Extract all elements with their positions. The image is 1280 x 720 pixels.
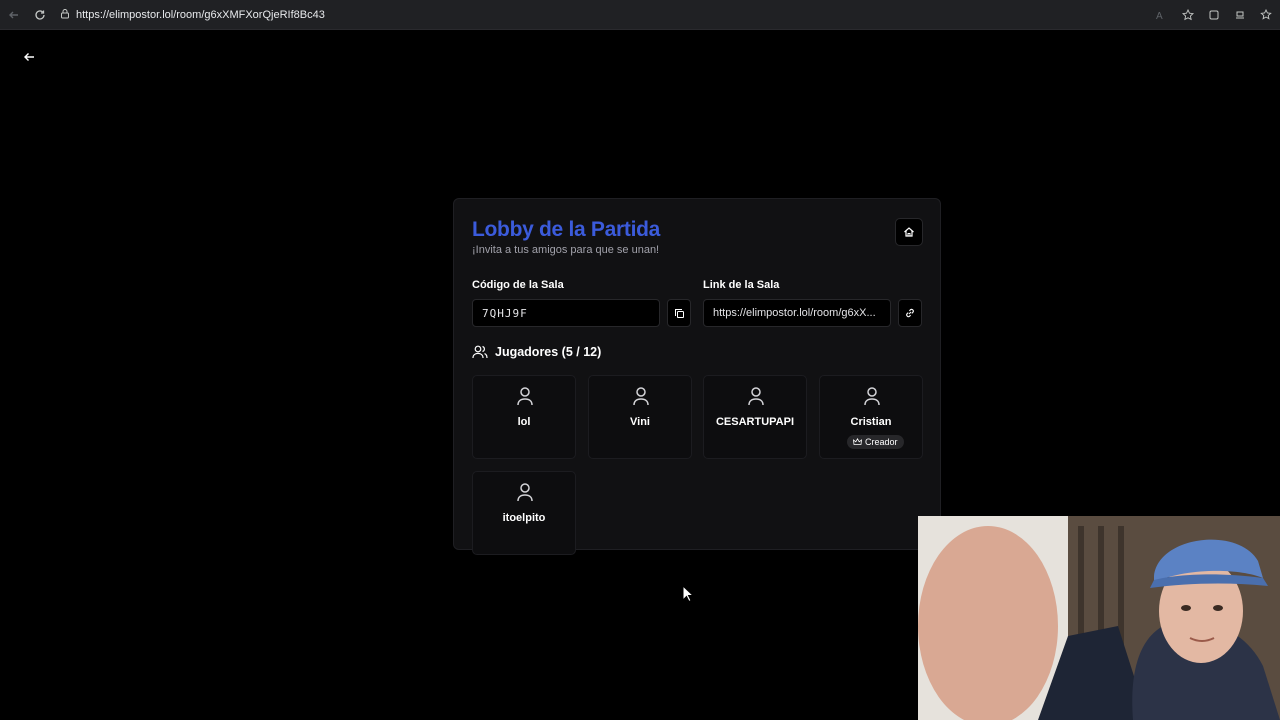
webcam-overlay — [918, 516, 1280, 720]
player-card: itoelpito — [472, 471, 576, 555]
room-code-field[interactable]: 7QHJ9F — [472, 299, 660, 327]
player-name: Cristian — [850, 416, 892, 428]
mouse-cursor-icon — [682, 585, 694, 603]
user-icon — [748, 387, 764, 406]
creator-badge: Creador — [847, 435, 904, 449]
browser-back-icon[interactable] — [6, 7, 22, 23]
page-title: Lobby de la Partida — [472, 218, 661, 241]
room-code-label: Código de la Sala — [472, 279, 564, 291]
room-link-value: https://elimpostor.lol/room/g6xX... — [713, 307, 876, 319]
collections-icon[interactable] — [1258, 7, 1274, 23]
browser-toolbar: https://elimpostor.lol/room/g6xXMFXorQje… — [0, 0, 1280, 30]
player-card: Vini — [588, 375, 692, 459]
players-heading: Jugadores (5 / 12) — [472, 345, 601, 359]
svg-text:A: A — [1156, 11, 1163, 21]
favorites-icon[interactable] — [1232, 7, 1248, 23]
favorite-star-icon[interactable] — [1180, 7, 1196, 23]
room-link-label: Link de la Sala — [703, 279, 780, 291]
player-card: Cristian Creador — [819, 375, 923, 459]
player-name: itoelpito — [502, 512, 546, 524]
user-icon — [517, 387, 533, 406]
player-name: CESARTUPAPI — [715, 416, 795, 428]
room-link-field[interactable]: https://elimpostor.lol/room/g6xX... — [703, 299, 891, 327]
user-icon — [517, 483, 533, 502]
extensions-icon[interactable] — [1206, 7, 1222, 23]
webcam-video-image — [918, 516, 1280, 720]
player-name: Vini — [630, 416, 650, 428]
player-name: lol — [517, 416, 531, 428]
lobby-card: Lobby de la Partida ¡Invita a tus amigos… — [453, 198, 941, 555]
home-button[interactable] — [895, 218, 923, 246]
copy-link-button[interactable] — [898, 299, 922, 327]
home-icon — [904, 227, 914, 237]
browser-reload-icon[interactable] — [32, 7, 48, 23]
copy-icon — [674, 308, 684, 318]
address-bar[interactable]: https://elimpostor.lol/room/g6xXMFXorQje… — [56, 5, 1152, 25]
url-text: https://elimpostor.lol/room/g6xXMFXorQje… — [76, 9, 325, 21]
player-card: lol — [472, 375, 576, 459]
lock-icon — [60, 8, 70, 22]
user-icon — [633, 387, 649, 406]
crown-icon — [853, 438, 862, 445]
user-icon — [864, 387, 880, 406]
link-icon — [906, 308, 914, 318]
creator-badge-label: Creador — [865, 437, 898, 447]
room-code-value: 7QHJ9F — [482, 306, 528, 320]
users-icon — [472, 345, 488, 359]
players-count-label: Jugadores (5 / 12) — [495, 345, 602, 359]
page-back-icon[interactable] — [20, 48, 38, 66]
page-subtitle: ¡Invita a tus amigos para que se unan! — [472, 244, 660, 256]
player-card: CESARTUPAPI — [703, 375, 807, 459]
copy-code-button[interactable] — [667, 299, 691, 327]
read-aloud-icon[interactable]: A — [1154, 7, 1170, 23]
